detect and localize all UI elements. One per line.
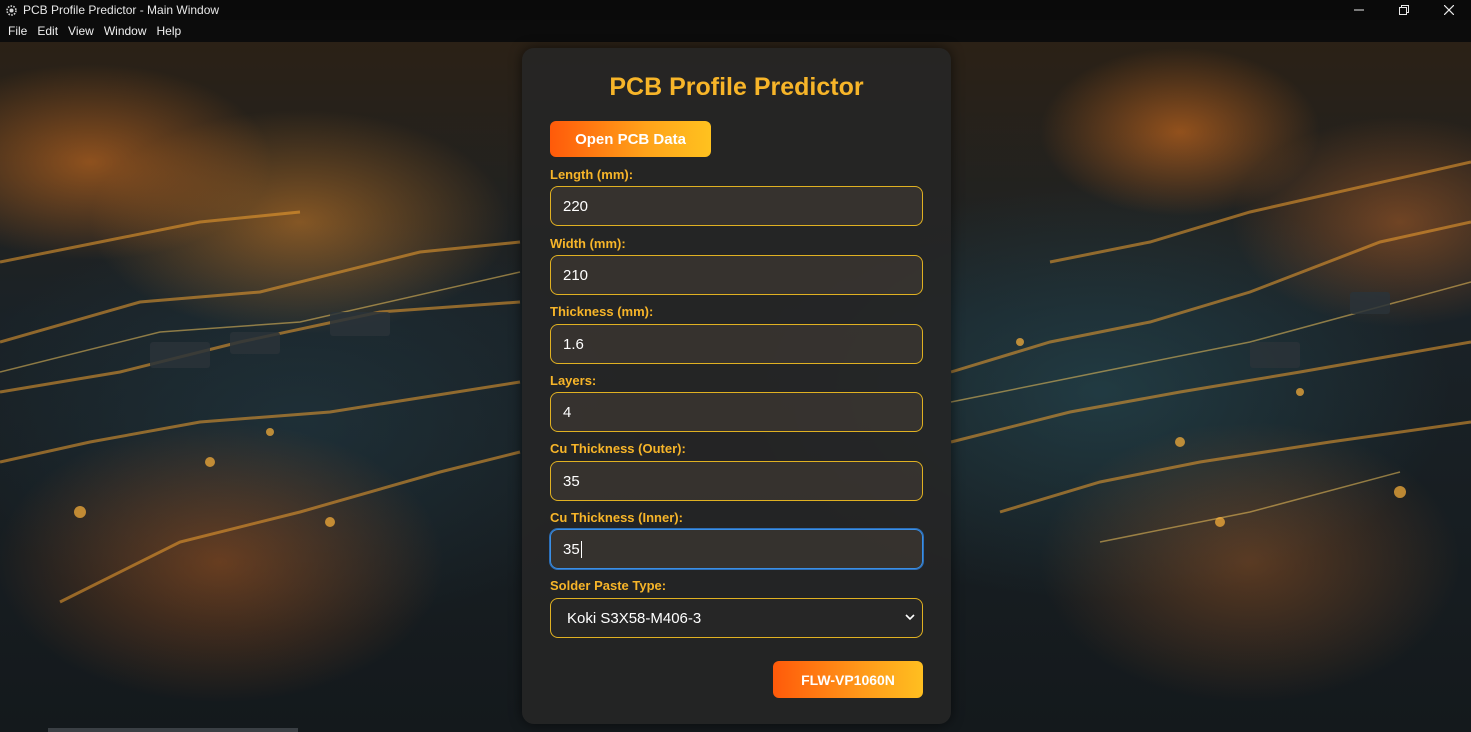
layers-input[interactable]: 4 [550,392,923,432]
cu-inner-input[interactable]: 35 [550,529,923,569]
cu-outer-label: Cu Thickness (Outer): [550,441,686,456]
close-button[interactable] [1426,0,1471,20]
menu-help[interactable]: Help [153,24,186,38]
chevron-down-icon [905,614,915,621]
gear-app-icon [6,4,17,16]
cu-inner-label: Cu Thickness (Inner): [550,510,683,525]
restore-button[interactable] [1381,0,1426,20]
restore-icon [1398,5,1409,15]
menu-view[interactable]: View [64,24,98,38]
flw-vp1060n-button[interactable]: FLW-VP1060N [773,661,923,698]
page-title: PCB Profile Predictor [609,73,864,101]
length-input[interactable]: 220 [550,186,923,226]
length-label: Length (mm): [550,167,634,182]
minimize-button[interactable] [1336,0,1381,20]
title-bar: PCB Profile Predictor - Main Window [0,0,1471,20]
solder-paste-selected: Koki S3X58-M406-3 [567,609,702,627]
window-title: PCB Profile Predictor - Main Window [23,3,220,17]
minimize-icon [1353,9,1364,11]
text-caret [580,540,582,558]
menu-bar: File Edit View Window Help [0,20,1471,42]
pcb-form-panel: PCB Profile Predictor Open PCB Data Leng… [522,48,951,724]
close-icon [1443,5,1454,15]
layers-label: Layers: [550,373,597,388]
cu-outer-input[interactable]: 35 [550,461,923,501]
solder-paste-label: Solder Paste Type: [550,578,667,593]
cu-inner-value: 35 [563,540,580,558]
thickness-input[interactable]: 1.6 [550,324,923,364]
menu-file[interactable]: File [4,24,31,38]
open-pcb-data-button[interactable]: Open PCB Data [550,121,711,157]
menu-edit[interactable]: Edit [33,24,62,38]
horizontal-scrollbar[interactable] [48,728,298,732]
thickness-label: Thickness (mm): [550,304,654,319]
width-input[interactable]: 210 [550,255,923,295]
width-label: Width (mm): [550,236,626,251]
solder-paste-select[interactable]: Koki S3X58-M406-3 [550,598,923,638]
menu-window[interactable]: Window [100,24,151,38]
